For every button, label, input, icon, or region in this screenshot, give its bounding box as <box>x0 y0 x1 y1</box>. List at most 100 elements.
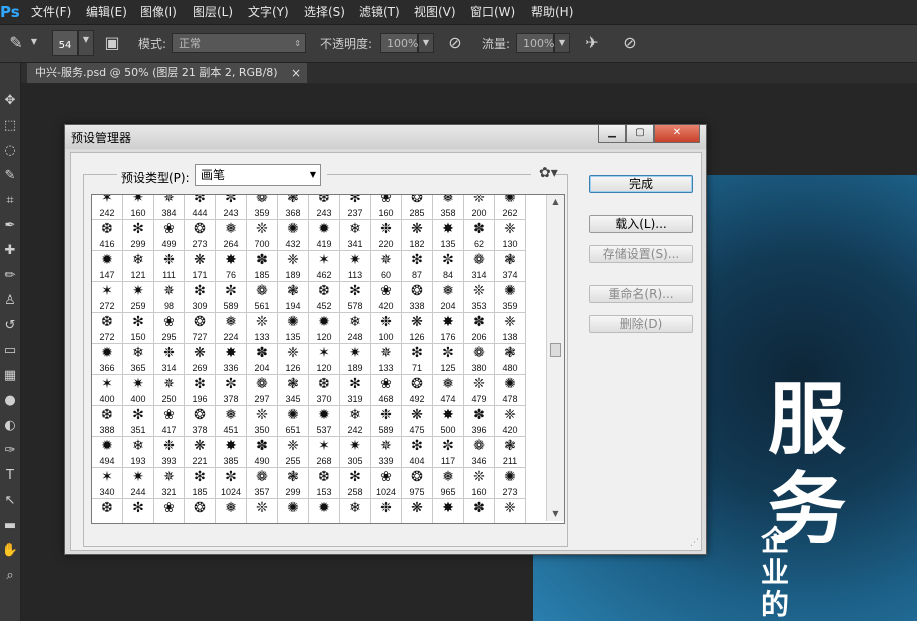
brush-preset-cell[interactable]: ✹ 419 <box>309 220 340 251</box>
minimize-button[interactable]: ▁ <box>598 125 626 143</box>
brush-preset-cell[interactable]: ❄ 242 <box>340 406 371 437</box>
brush-preset-cell[interactable]: ❉ 220 <box>371 220 402 251</box>
brush-preset-cell[interactable]: ❁ 380 <box>464 344 495 375</box>
brush-preset-cell[interactable]: ✽ 396 <box>464 406 495 437</box>
brush-preset-cell[interactable]: ✸ 76 <box>216 251 247 282</box>
brush-preset-cell[interactable]: ✷ 189 <box>340 344 371 375</box>
brush-preset-cell[interactable]: ❇ 196 <box>185 375 216 406</box>
brush-preset-cell[interactable]: ❇ 71 <box>402 344 433 375</box>
menu-item[interactable]: 文字(Y) <box>248 0 289 24</box>
brush-preset-cell[interactable]: ❅ 264 <box>216 220 247 251</box>
brush-preset-cell[interactable]: ❈ 189 <box>278 251 309 282</box>
brush-preset-cell[interactable]: ✺ 432 <box>278 220 309 251</box>
tool-preset-dropdown[interactable]: ▼ <box>28 33 40 53</box>
brush-preset-cell[interactable]: ❊ 353 <box>464 282 495 313</box>
brush-preset-cell[interactable]: ❅ 451 <box>216 406 247 437</box>
brush-preset-cell[interactable]: ✶ 242 <box>92 195 123 220</box>
brush-preset-cell[interactable]: ✶ 340 <box>92 468 123 499</box>
brush-preset-cell[interactable]: ❁ 314 <box>464 251 495 282</box>
brush-preset-cell[interactable]: ❅ 224 <box>216 313 247 344</box>
brush-preset-cell[interactable]: ❇ 87 <box>402 251 433 282</box>
brush-preset-cell[interactable]: ✻ <box>123 499 154 523</box>
menu-item[interactable]: 图层(L) <box>193 0 233 24</box>
menu-item[interactable]: 图像(I) <box>140 0 177 24</box>
brush-preset-cell[interactable]: ❈ 130 <box>495 220 526 251</box>
brush-icon[interactable]: ✏ <box>0 266 20 286</box>
brush-preset-cell[interactable]: ❅ 474 <box>433 375 464 406</box>
brush-preset-cell[interactable]: ❈ 255 <box>278 437 309 468</box>
brush-preset-cell[interactable]: ✽ 490 <box>247 437 278 468</box>
brush-preset-cell[interactable]: ❋ 269 <box>185 344 216 375</box>
brush-preset-cell[interactable]: ✽ 185 <box>247 251 278 282</box>
brush-preset-cell[interactable]: ❃ 194 <box>278 282 309 313</box>
brush-preset-cell[interactable]: ✸ <box>433 499 464 523</box>
stamp-icon[interactable]: ♙ <box>0 291 20 311</box>
delete-button[interactable]: 删除(D) <box>589 315 693 333</box>
brush-preset-cell[interactable]: ❉ 314 <box>154 344 185 375</box>
brush-preset-cell[interactable]: ❂ 492 <box>402 375 433 406</box>
brush-preset-cell[interactable]: ✹ 537 <box>309 406 340 437</box>
brush-preset-cell[interactable]: ❆ 416 <box>92 220 123 251</box>
airbrush-icon[interactable]: ✈ <box>580 31 604 55</box>
brush-preset-cell[interactable]: ❉ 111 <box>154 251 185 282</box>
brush-preset-cell[interactable]: ✷ 160 <box>123 195 154 220</box>
brush-preset-cell[interactable]: ❆ 243 <box>309 195 340 220</box>
menu-item[interactable]: 视图(V) <box>414 0 456 24</box>
hand-icon[interactable]: ✋ <box>0 541 20 561</box>
brush-preset-cell[interactable]: ❄ 193 <box>123 437 154 468</box>
brush-preset-cell[interactable]: ✵ 321 <box>154 468 185 499</box>
brush-preset-cell[interactable]: ❋ <box>402 499 433 523</box>
eraser-icon[interactable]: ▭ <box>0 341 20 361</box>
brush-preset-cell[interactable]: ❊ 133 <box>247 313 278 344</box>
pen-icon[interactable]: ✑ <box>0 441 20 461</box>
brush-preset-cell[interactable]: ❋ 475 <box>402 406 433 437</box>
brush-preset-cell[interactable]: ❆ 153 <box>309 468 340 499</box>
brush-preset-cell[interactable]: ✶ 272 <box>92 282 123 313</box>
brush-preset-cell[interactable]: ✷ 113 <box>340 251 371 282</box>
menu-item[interactable]: 文件(F) <box>31 0 71 24</box>
brush-preset-cell[interactable]: ✷ 305 <box>340 437 371 468</box>
brush-preset-cell[interactable]: ❁ 346 <box>464 437 495 468</box>
brush-preset-cell[interactable]: ❄ 248 <box>340 313 371 344</box>
brush-preset-cell[interactable]: ❈ <box>495 499 526 523</box>
brush-preset-cell[interactable]: ✹ 494 <box>92 437 123 468</box>
type-icon[interactable]: T <box>0 466 20 486</box>
brush-preset-cell[interactable]: ❋ 126 <box>402 313 433 344</box>
brush-preset-cell[interactable]: ✸ 336 <box>216 344 247 375</box>
brush-preset-cell[interactable]: ❊ 200 <box>464 195 495 220</box>
brush-preset-cell[interactable]: ✽ <box>464 499 495 523</box>
brush-preset-cell[interactable]: ✸ 500 <box>433 406 464 437</box>
brush-preset-cell[interactable]: ❀ 160 <box>371 195 402 220</box>
brush-preset-cell[interactable]: ❋ 221 <box>185 437 216 468</box>
brush-preset-cell[interactable]: ✼ 84 <box>433 251 464 282</box>
brush-preset-cell[interactable]: ❈ 126 <box>278 344 309 375</box>
brush-preset-cell[interactable]: ❃ 299 <box>278 468 309 499</box>
brush-preset-cell[interactable]: ❆ <box>92 499 123 523</box>
brush-preset-grid[interactable]: ✶ 242 ✷ 160 ✵ 384 ❇ 444 ✼ 243 ❁ 359 ❃ 368 ❆ 243 ✻ 237 ❀ 160… <box>91 194 565 524</box>
brush-preset-cell[interactable]: ❂ 975 <box>402 468 433 499</box>
brush-preset-cell[interactable]: ❃ 480 <box>495 344 526 375</box>
save-set-button[interactable]: 存储设置(S)... <box>589 245 693 263</box>
mode-select[interactable]: 正常 ⇕ <box>172 33 306 53</box>
brush-preset-cell[interactable]: ❅ 965 <box>433 468 464 499</box>
brush-preset-cell[interactable]: ✷ 400 <box>123 375 154 406</box>
menu-item[interactable]: 编辑(E) <box>86 0 127 24</box>
brush-preset-cell[interactable]: ✺ 651 <box>278 406 309 437</box>
brush-preset-cell[interactable]: ✼ 125 <box>433 344 464 375</box>
gear-icon[interactable]: ✿▾ <box>539 165 558 181</box>
brush-preset-cell[interactable]: ✻ 150 <box>123 313 154 344</box>
brush-preset-cell[interactable]: ❀ 499 <box>154 220 185 251</box>
brush-preset-cell[interactable]: ✼ 378 <box>216 375 247 406</box>
menu-item[interactable]: 窗口(W) <box>470 0 515 24</box>
brush-preset-cell[interactable]: ❂ 273 <box>185 220 216 251</box>
brush-preset-cell[interactable]: ✹ 120 <box>309 313 340 344</box>
gradient-icon[interactable]: ▦ <box>0 366 20 386</box>
flow-dropdown[interactable]: ▼ <box>554 33 570 53</box>
brush-preset-cell[interactable]: ❅ 204 <box>433 282 464 313</box>
brush-preset-cell[interactable]: ❇ 404 <box>402 437 433 468</box>
brush-preset-cell[interactable]: ✼ 117 <box>433 437 464 468</box>
brush-preset-cell[interactable]: ❁ 359 <box>247 195 278 220</box>
brush-preset-cell[interactable]: ❉ 589 <box>371 406 402 437</box>
brush-preset-cell[interactable]: ✼ 1024 <box>216 468 247 499</box>
brush-preset-cell[interactable]: ✼ 243 <box>216 195 247 220</box>
